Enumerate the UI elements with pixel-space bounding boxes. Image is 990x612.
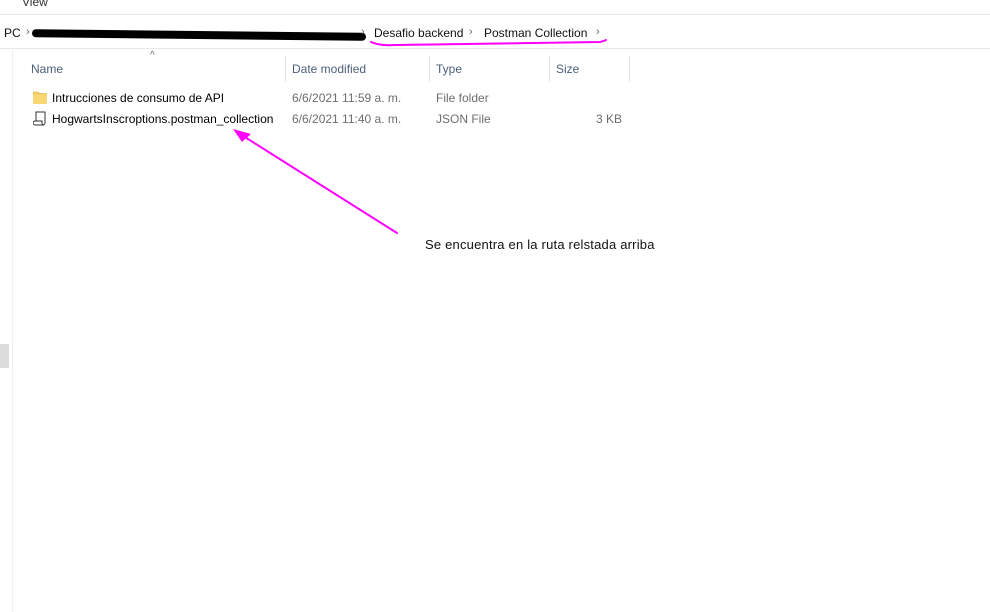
file-row-folder[interactable]: Intrucciones de consumo de API 6/6/2021 …	[26, 88, 632, 108]
json-file-icon	[33, 111, 46, 126]
file-row-json[interactable]: HogwartsInscroptions.postman_collection …	[26, 109, 632, 129]
breadcrumb-root[interactable]: PC	[4, 26, 21, 40]
file-date-modified: 6/6/2021 11:40 a. m.	[292, 112, 402, 126]
chevron-right-icon[interactable]: ›	[469, 26, 473, 38]
chevron-right-icon[interactable]: ›	[361, 26, 365, 38]
breadcrumb-desafio-backend[interactable]: Desafio backend	[374, 26, 463, 40]
column-header-date-modified[interactable]: Date modified	[286, 56, 430, 82]
column-header-name[interactable]: Name	[25, 56, 286, 82]
file-type: JSON File	[436, 112, 491, 126]
menu-view[interactable]: View	[22, 0, 48, 9]
navigation-pane-edge	[0, 48, 13, 612]
redacted-path-scribble	[31, 29, 367, 41]
chevron-right-icon[interactable]: ›	[596, 26, 600, 38]
breadcrumb-postman-collection[interactable]: Postman Collection	[484, 26, 587, 40]
file-size: 3 KB	[595, 112, 622, 126]
annotation-text: Se encuentra en la ruta relstada arriba	[425, 237, 655, 252]
file-type: File folder	[436, 91, 489, 105]
folder-icon	[33, 91, 47, 104]
file-size	[556, 88, 622, 108]
file-name[interactable]: HogwartsInscroptions.postman_collection	[52, 109, 273, 129]
annotation-arrowhead	[233, 129, 251, 142]
address-bar[interactable]: PC › › Desafio backend › Postman Collect…	[0, 20, 990, 49]
column-header-size[interactable]: Size	[550, 56, 630, 82]
file-date-modified: 6/6/2021 11:59 a. m.	[292, 91, 402, 105]
nav-scrollbar-thumb[interactable]	[0, 344, 9, 368]
column-header-type[interactable]: Type	[430, 56, 550, 82]
annotation-arrow-line	[239, 133, 398, 234]
chevron-right-icon[interactable]: ›	[26, 26, 30, 38]
file-name[interactable]: Intrucciones de consumo de API	[52, 88, 224, 108]
menu-strip: View	[0, 0, 990, 15]
